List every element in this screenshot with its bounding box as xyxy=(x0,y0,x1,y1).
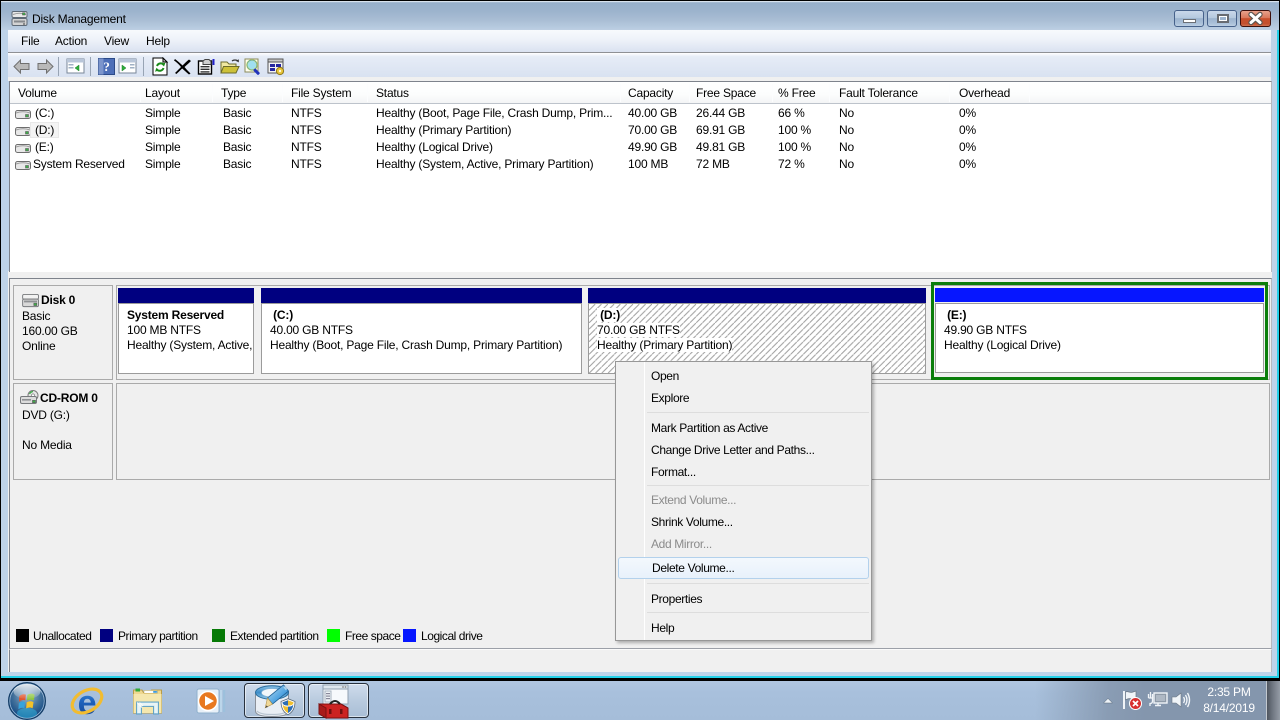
svg-text:?: ? xyxy=(103,59,109,74)
